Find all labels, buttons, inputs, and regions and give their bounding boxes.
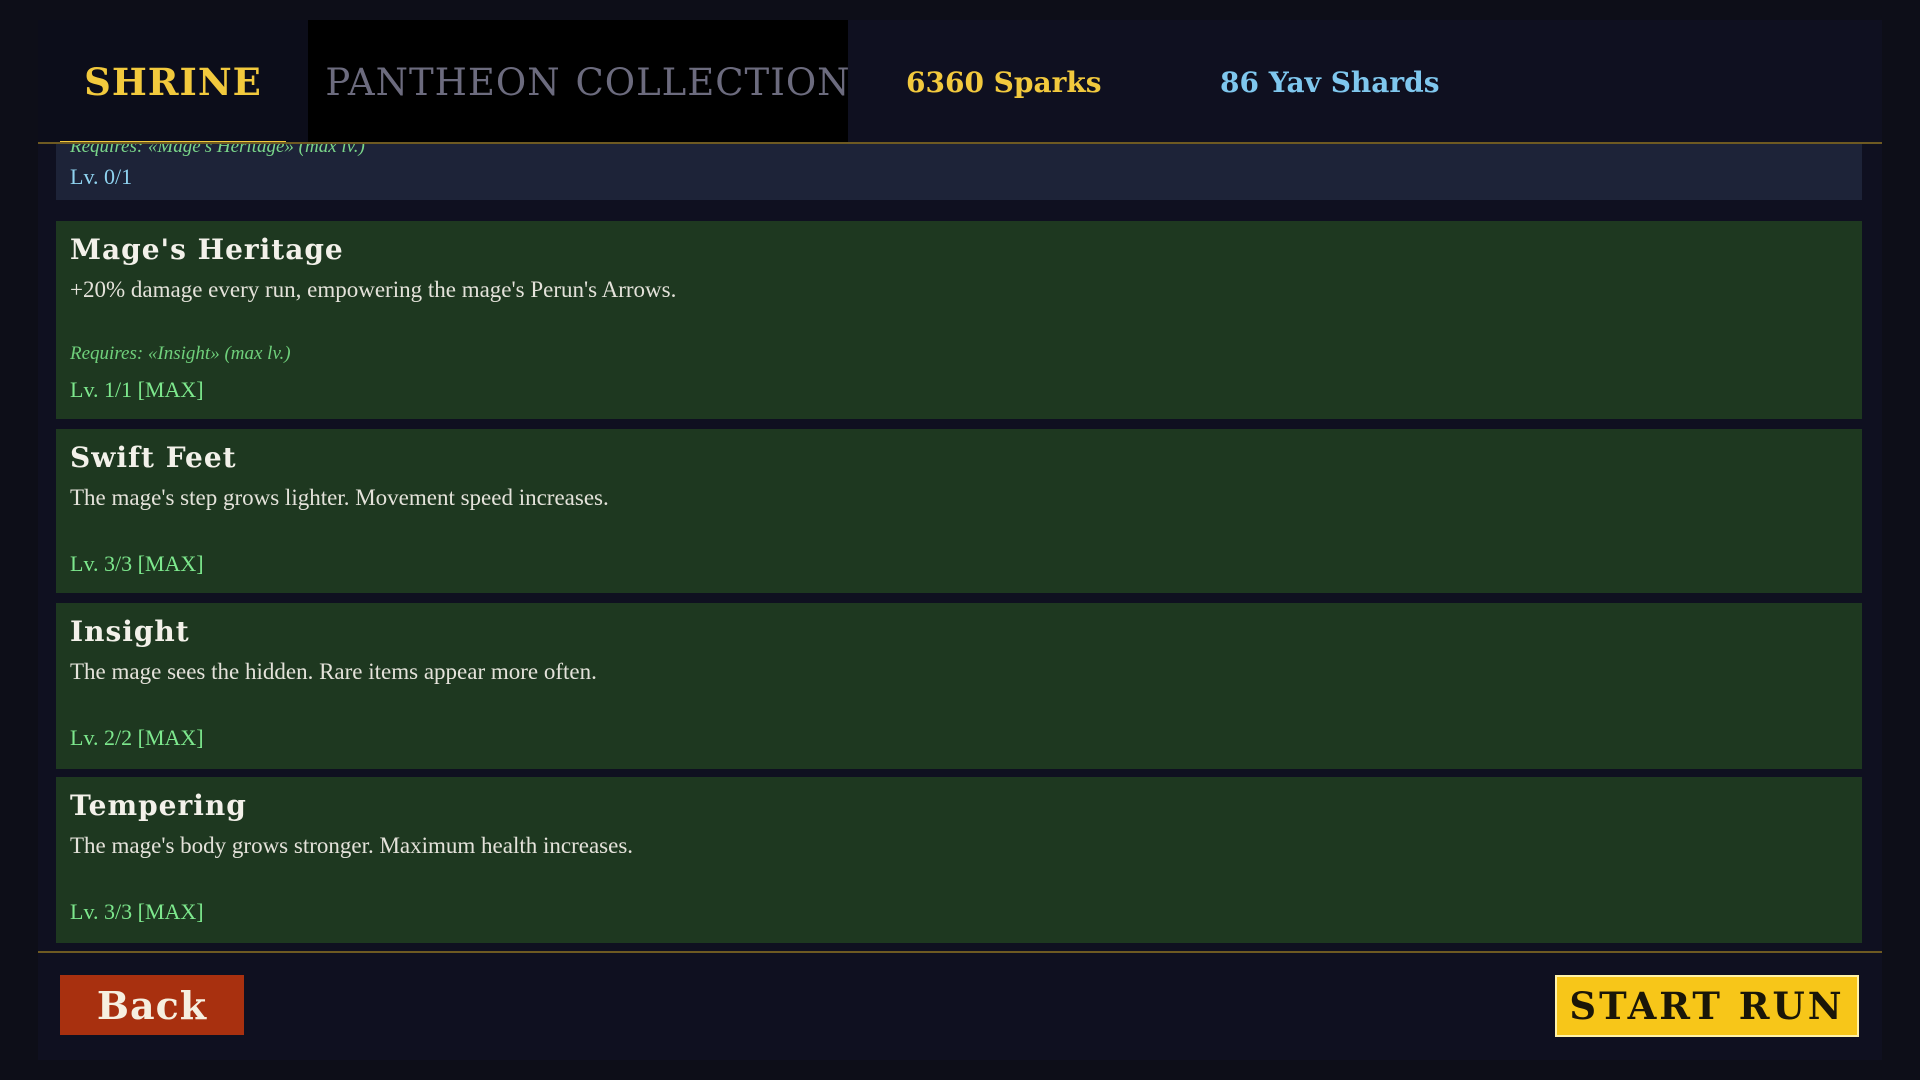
- upgrade-description: The mage's body grows stronger. Maximum …: [70, 833, 634, 858]
- upgrade-level: Lv. 1/1 [MAX]: [70, 377, 204, 402]
- start-run-button[interactable]: START RUN: [1555, 975, 1859, 1037]
- upgrade-card-swift-feet[interactable]: Swift Feet The mage's step grows lighter…: [56, 429, 1862, 593]
- tab-collection[interactable]: COLLECTION: [575, 20, 849, 144]
- upgrade-title: Insight: [70, 615, 190, 648]
- back-button[interactable]: Back: [60, 975, 244, 1035]
- upgrade-list[interactable]: Requires: «Mage's Heritage» (max lv.) Lv…: [38, 144, 1882, 951]
- yav-shards-counter: 86 Yav Shards: [1220, 65, 1440, 99]
- tab-strip: SHRINE PANTHEON COLLECTION: [38, 20, 850, 144]
- upgrade-card-tempering[interactable]: Tempering The mage's body grows stronger…: [56, 777, 1862, 943]
- upgrade-card-mages-heritage[interactable]: Mage's Heritage +20% damage every run, e…: [56, 221, 1862, 419]
- upgrade-description: The mage sees the hidden. Rare items app…: [70, 659, 597, 684]
- tab-shrine[interactable]: SHRINE: [38, 20, 308, 144]
- upgrade-level: Lv. 0/1: [70, 164, 133, 189]
- upgrade-card-locked[interactable]: Requires: «Mage's Heritage» (max lv.) Lv…: [56, 144, 1862, 200]
- shrine-screen: SHRINE PANTHEON COLLECTION 6360 Sparks 8…: [38, 20, 1882, 1060]
- upgrade-level: Lv. 2/2 [MAX]: [70, 725, 204, 750]
- top-bar: SHRINE PANTHEON COLLECTION 6360 Sparks 8…: [38, 20, 1882, 144]
- upgrade-level: Lv. 3/3 [MAX]: [70, 899, 204, 924]
- bottom-divider: [38, 951, 1882, 953]
- upgrade-requirement: Requires: «Mage's Heritage» (max lv.): [70, 144, 365, 157]
- upgrade-title: Tempering: [70, 789, 247, 822]
- upgrade-title: Mage's Heritage: [70, 233, 344, 266]
- tab-pantheon[interactable]: PANTHEON: [308, 20, 578, 144]
- upgrade-title: Swift Feet: [70, 441, 237, 474]
- upgrade-level: Lv. 3/3 [MAX]: [70, 551, 204, 576]
- upgrade-requirement: Requires: «Insight» (max lv.): [70, 343, 291, 364]
- sparks-counter: 6360 Sparks: [906, 65, 1102, 99]
- upgrade-card-insight[interactable]: Insight The mage sees the hidden. Rare i…: [56, 603, 1862, 769]
- upgrade-description: +20% damage every run, empowering the ma…: [70, 277, 677, 302]
- upgrade-description: The mage's step grows lighter. Movement …: [70, 485, 609, 510]
